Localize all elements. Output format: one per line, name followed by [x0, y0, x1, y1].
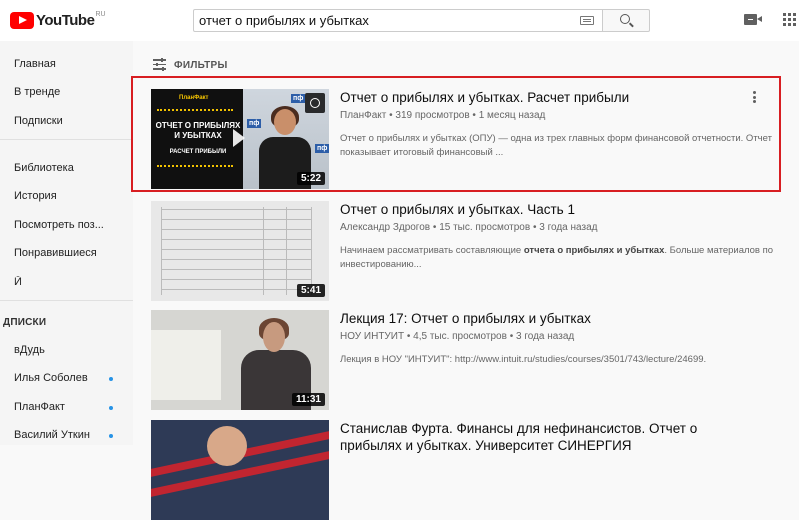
sidebar-item-liked[interactable]: Понравившиеся — [14, 247, 97, 259]
sidebar-subscription-ilya[interactable]: Илья Соболев — [14, 372, 88, 384]
top-bar: YouTube RU — [0, 0, 799, 41]
sidebar-subscription-vdud[interactable]: вДудь — [14, 344, 45, 356]
video-meta: НОУ ИНТУИТ • 4,5 тыс. просмотров • 3 год… — [340, 331, 575, 342]
video-duration: 11:31 — [291, 393, 325, 406]
sidebar-divider — [0, 300, 133, 301]
new-content-dot — [109, 377, 113, 381]
video-result[interactable]: 11:31 Лекция 17: Отчет о прибылях и убыт… — [151, 310, 791, 410]
sidebar-item-more[interactable]: Й — [14, 276, 22, 288]
video-channel[interactable]: Александр Здрогов — [340, 222, 430, 233]
sidebar-item-trending[interactable]: В тренде — [14, 86, 60, 98]
logo-text: YouTube — [36, 12, 95, 29]
upload-camera-icon[interactable] — [744, 14, 762, 25]
youtube-play-icon — [10, 12, 34, 29]
video-channel[interactable]: НОУ ИНТУИТ — [340, 331, 404, 342]
video-title[interactable]: Лекция 17: Отчет о прибылях и убытках — [340, 310, 760, 327]
sidebar-item-watch-later[interactable]: Посмотреть поз... — [14, 219, 124, 231]
highlight-frame — [131, 76, 781, 192]
sidebar-divider — [0, 139, 133, 140]
search-input[interactable] — [194, 10, 564, 31]
apps-grid-icon[interactable] — [783, 13, 797, 27]
sidebar-subscription-utkin[interactable]: Василий Уткин — [14, 429, 90, 441]
search-button[interactable] — [603, 9, 650, 32]
video-title[interactable]: Отчет о прибылях и убытках. Часть 1 — [340, 201, 760, 218]
video-result[interactable]: 5:41 Отчет о прибылях и убытках. Часть 1… — [151, 201, 791, 301]
video-description: Начинаем рассматривать составляющие отче… — [340, 245, 774, 270]
video-description: Лекция в НОУ "ИНТУИТ": http://www.intuit… — [340, 354, 707, 365]
video-result[interactable]: Станислав Фурта. Финансы для нефинансист… — [151, 420, 791, 520]
video-meta: Александр Здрогов • 15 тыс. просмотров •… — [340, 222, 598, 233]
sidebar: Главная В тренде Подписки Библиотека Ист… — [0, 41, 133, 445]
video-duration: 5:41 — [296, 284, 325, 297]
search-icon — [620, 14, 630, 24]
video-thumbnail[interactable] — [151, 420, 329, 520]
youtube-logo[interactable]: YouTube RU — [10, 11, 106, 29]
sidebar-item-library[interactable]: Библиотека — [14, 162, 74, 174]
sidebar-subscription-planfact[interactable]: ПланФакт — [14, 401, 65, 413]
keyboard-icon[interactable] — [580, 16, 594, 25]
subscriptions-heading: ДПИСКИ — [3, 317, 47, 328]
search-box — [193, 9, 603, 32]
sidebar-item-history[interactable]: История — [14, 190, 57, 202]
logo-region: RU — [95, 11, 106, 18]
filter-icon[interactable] — [153, 58, 166, 71]
video-title[interactable]: Станислав Фурта. Финансы для нефинансист… — [340, 420, 760, 454]
new-content-dot — [109, 406, 113, 410]
sidebar-item-home[interactable]: Главная — [14, 58, 56, 70]
video-thumbnail[interactable]: 11:31 — [151, 310, 329, 410]
filters-label[interactable]: ФИЛЬТРЫ — [174, 60, 228, 71]
sidebar-item-subscriptions[interactable]: Подписки — [14, 115, 63, 127]
new-content-dot — [109, 434, 113, 438]
video-thumbnail[interactable]: 5:41 — [151, 201, 329, 301]
